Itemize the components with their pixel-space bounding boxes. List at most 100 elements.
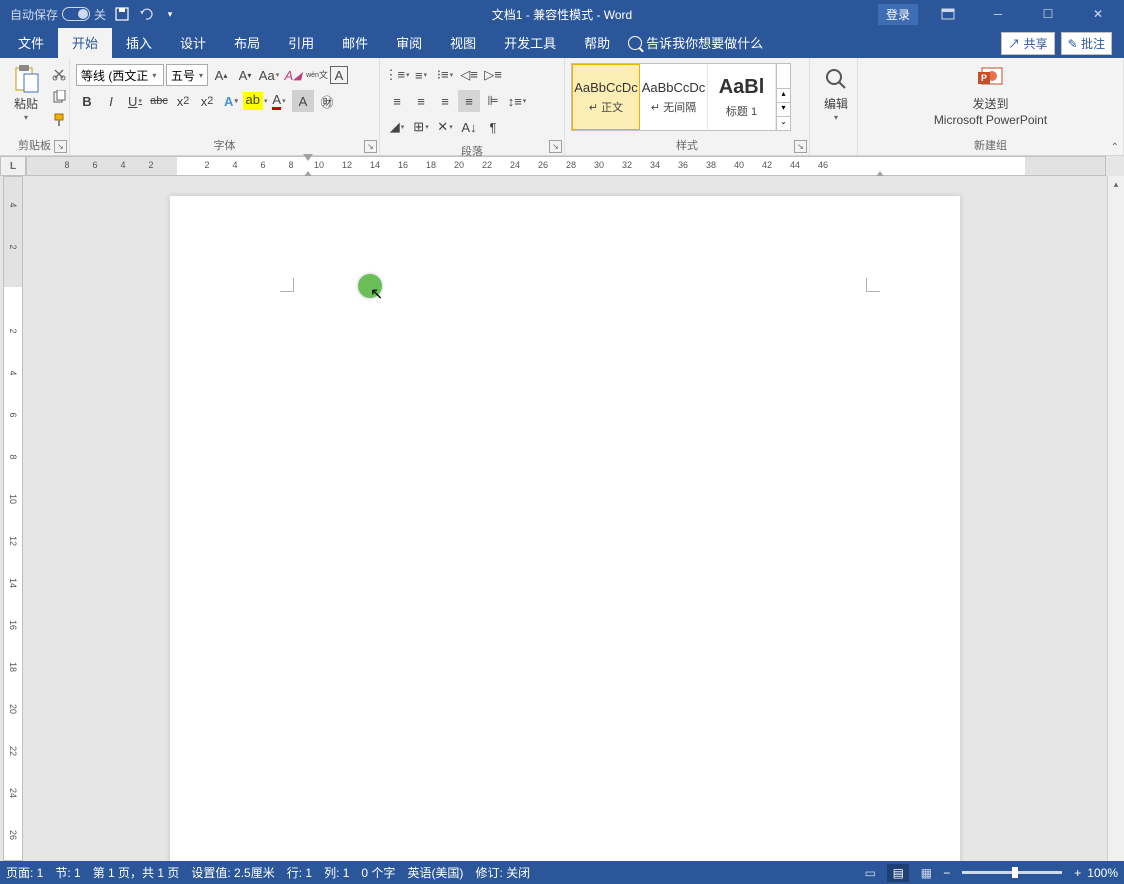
ruler-tick: 34 <box>650 160 660 170</box>
asian-layout-button[interactable]: ✕ <box>434 116 456 138</box>
zoom-in-button[interactable]: + <box>1074 866 1081 880</box>
tab-help[interactable]: 帮助 <box>570 27 624 58</box>
status-line[interactable]: 行: 1 <box>287 864 312 881</box>
save-icon[interactable] <box>114 6 130 22</box>
signin-button[interactable]: 登录 <box>878 4 918 25</box>
tab-selector[interactable]: L <box>0 156 26 176</box>
clipboard-launcher[interactable]: ↘ <box>54 140 67 153</box>
superscript-button[interactable]: x2 <box>196 90 218 112</box>
shrink-font-button[interactable]: A▾ <box>234 64 256 86</box>
status-track[interactable]: 修订: 关闭 <box>475 864 530 881</box>
tab-file[interactable]: 文件 <box>4 27 58 58</box>
status-page[interactable]: 页面: 1 <box>6 864 43 881</box>
styles-launcher[interactable]: ↘ <box>794 140 807 153</box>
numbering-button[interactable]: ≡ <box>410 64 432 86</box>
status-section[interactable]: 节: 1 <box>55 864 80 881</box>
status-setting[interactable]: 设置值: 2.5厘米 <box>191 864 274 881</box>
tab-references[interactable]: 引用 <box>274 27 328 58</box>
tab-view[interactable]: 视图 <box>436 27 490 58</box>
tab-layout[interactable]: 布局 <box>220 27 274 58</box>
status-col[interactable]: 列: 1 <box>324 864 349 881</box>
font-name-combo[interactable]: 等线 (西文正▾ <box>76 64 164 86</box>
autosave-toggle[interactable]: 自动保存 关 <box>10 6 106 23</box>
align-center-button[interactable]: ≡ <box>410 90 432 112</box>
style-normal[interactable]: AaBbCcDc ↵ 正文 <box>572 64 640 130</box>
bullets-button[interactable]: ⋮≡ <box>386 64 408 86</box>
highlight-button[interactable]: ab <box>244 90 266 112</box>
format-painter-button[interactable] <box>48 109 70 131</box>
char-border-button[interactable]: A <box>330 66 348 84</box>
change-case-button[interactable]: Aa <box>258 64 280 86</box>
editing-button[interactable]: 编辑 ▾ <box>814 61 858 124</box>
styles-gallery[interactable]: AaBbCcDc ↵ 正文 AaBbCcDc ↵ 无间隔 AaBl 标题 1 ▴… <box>571 63 791 131</box>
copy-button[interactable] <box>48 86 70 108</box>
undo-icon[interactable] <box>138 6 154 22</box>
tab-developer[interactable]: 开发工具 <box>490 27 570 58</box>
qat-customize-icon[interactable]: ▾ <box>162 6 178 22</box>
enclose-char-button[interactable]: ㊖ <box>316 90 338 112</box>
shading-button[interactable]: ◢ <box>386 116 408 138</box>
group-editing: 编辑 ▾ <box>810 58 858 155</box>
decrease-indent-button[interactable]: ◁≡ <box>458 64 480 86</box>
status-words[interactable]: 0 个字 <box>361 864 395 881</box>
line-spacing-button[interactable]: ↕≡ <box>506 90 528 112</box>
underline-button[interactable]: U <box>124 90 146 112</box>
strike-button[interactable]: abc <box>148 90 170 112</box>
horizontal-ruler[interactable]: 8642246810121416182022242628303234363840… <box>26 156 1106 176</box>
scroll-up-button[interactable]: ▴ <box>1108 176 1124 193</box>
vertical-scrollbar[interactable]: ▴ <box>1107 176 1124 861</box>
style-heading1[interactable]: AaBl 标题 1 <box>708 64 776 130</box>
phonetic-button[interactable]: wén文 <box>306 64 328 86</box>
tell-me-search[interactable]: 告诉我你想要做什么 <box>624 27 767 58</box>
tab-mailings[interactable]: 邮件 <box>328 27 382 58</box>
close-button[interactable]: ✕ <box>1078 0 1118 28</box>
styles-more-button[interactable]: ▴▾⌄ <box>776 64 790 130</box>
font-color-button[interactable]: A <box>268 90 290 112</box>
status-page-of[interactable]: 第 1 页，共 1 页 <box>93 864 180 881</box>
print-layout-button[interactable]: ▤ <box>887 864 909 882</box>
tab-home[interactable]: 开始 <box>58 27 112 58</box>
distribute-button[interactable]: ⊫ <box>482 90 504 112</box>
grow-font-button[interactable]: A▴ <box>210 64 232 86</box>
tab-review[interactable]: 审阅 <box>382 27 436 58</box>
collapse-ribbon-button[interactable]: ⌃ <box>1111 142 1119 153</box>
send-to-ppt-button[interactable]: P 发送到 Microsoft PowerPoint <box>928 61 1053 130</box>
text-effects-button[interactable]: A <box>220 90 242 112</box>
ribbon-display-icon[interactable] <box>928 0 968 28</box>
document-page[interactable]: ↖ <box>170 196 960 861</box>
status-lang[interactable]: 英语(美国) <box>407 864 463 881</box>
maximize-button[interactable]: ☐ <box>1028 0 1068 28</box>
minimize-button[interactable]: ─ <box>978 0 1018 28</box>
font-launcher[interactable]: ↘ <box>364 140 377 153</box>
justify-button[interactable]: ≡ <box>458 90 480 112</box>
paste-button[interactable]: 粘贴 ▾ <box>4 61 48 124</box>
font-size-combo[interactable]: 五号▾ <box>166 64 208 86</box>
tab-insert[interactable]: 插入 <box>112 27 166 58</box>
zoom-slider[interactable] <box>962 871 1062 874</box>
show-marks-button[interactable]: ¶ <box>482 116 504 138</box>
comments-button[interactable]: ✎ 批注 <box>1061 32 1112 55</box>
increase-indent-button[interactable]: ▷≡ <box>482 64 504 86</box>
sort-button[interactable]: A↓ <box>458 116 480 138</box>
bold-button[interactable]: B <box>76 90 98 112</box>
borders-button[interactable]: ⊞ <box>410 116 432 138</box>
zoom-level[interactable]: 100% <box>1087 866 1118 880</box>
document-scroll-area[interactable]: ↖ <box>23 176 1107 861</box>
read-mode-button[interactable]: ▭ <box>859 864 881 882</box>
multilevel-button[interactable]: ⁝≡ <box>434 64 456 86</box>
clear-format-button[interactable]: A◢ <box>282 64 304 86</box>
zoom-out-button[interactable]: − <box>943 866 950 880</box>
italic-button[interactable]: I <box>100 90 122 112</box>
char-shading-button[interactable]: A <box>292 90 314 112</box>
vertical-ruler[interactable]: 422468101214161820222426 <box>3 176 23 861</box>
cut-button[interactable] <box>48 63 70 85</box>
align-right-button[interactable]: ≡ <box>434 90 456 112</box>
share-button[interactable]: ↗ 共享 <box>1001 32 1054 55</box>
web-layout-button[interactable]: ▦ <box>915 864 937 882</box>
subscript-button[interactable]: x2 <box>172 90 194 112</box>
first-line-indent-marker[interactable] <box>303 154 313 164</box>
style-no-spacing[interactable]: AaBbCcDc ↵ 无间隔 <box>640 64 708 130</box>
tab-design[interactable]: 设计 <box>166 27 220 58</box>
align-left-button[interactable]: ≡ <box>386 90 408 112</box>
paragraph-launcher[interactable]: ↘ <box>549 140 562 153</box>
